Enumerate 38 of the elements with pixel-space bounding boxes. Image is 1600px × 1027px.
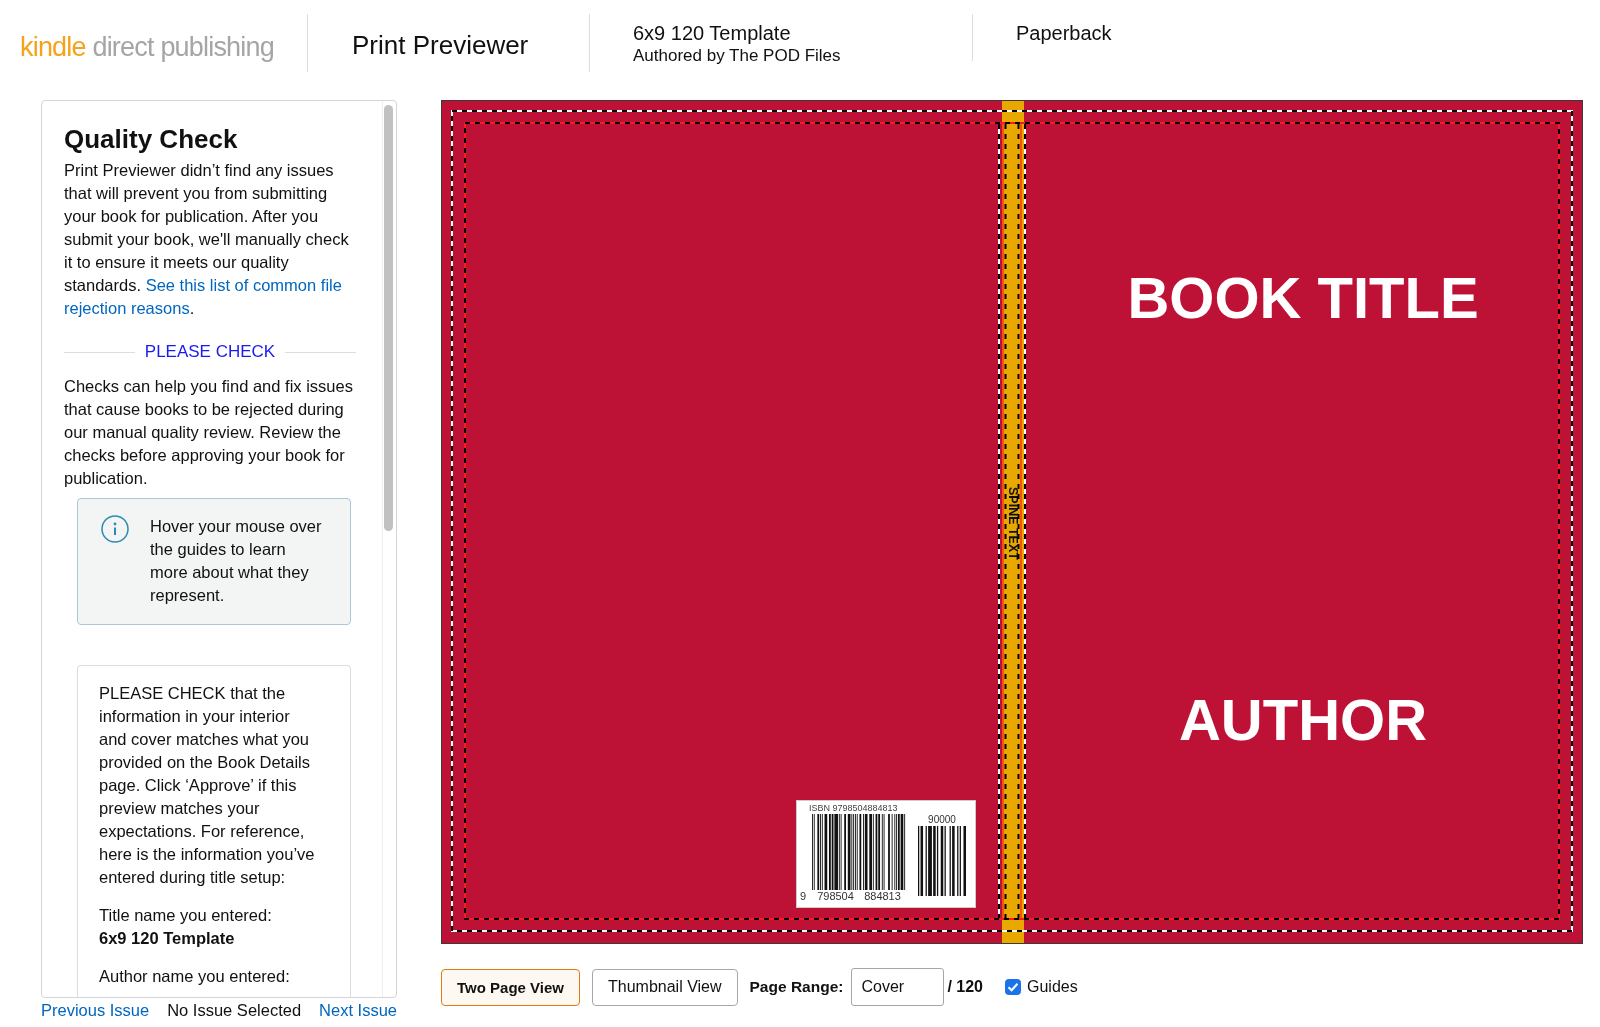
rejection-reasons-link[interactable]: rejection reasons <box>64 299 190 317</box>
check-card-text: PLEASE CHECK that the information in your interior and cover matches what you provided on the Book Details page. Click ‘Approve’ if this preview matches your expectations. For reference, here is the information you’ve entered during title setup: <box>99 683 316 888</box>
isbn-text: ISBN 9798504884813 <box>809 803 898 814</box>
barcode-icon <box>812 814 906 890</box>
intro-text: Print Previewer didn’t find any issues that will prevent you from submitting your book for publication. After you submit your book, we'll manually check it to ensure it meets our quality standards. See this list of common file rejection reasons. <box>64 160 350 319</box>
guides-label[interactable]: Guides <box>1027 978 1078 996</box>
book-format: Paperback <box>1016 21 1112 45</box>
field-value: 6x9 120 Template <box>99 928 235 949</box>
page-range-label: Page Range: <box>749 978 844 996</box>
cover-author: AUTHOR <box>1178 687 1428 753</box>
barcode-digits: 884813 <box>863 890 902 903</box>
view-button[interactable]: Thumbnail View <box>592 968 738 1006</box>
cover-title: BOOK TITLE <box>1127 265 1479 331</box>
page-total: / 120 <box>947 978 983 996</box>
view-button[interactable]: Two Page View <box>441 968 580 1006</box>
app-title: Print Previewer <box>352 29 529 61</box>
guides-checkbox[interactable] <box>1005 979 1021 995</box>
field-label: Title name you entered: <box>99 905 272 926</box>
spine-text: SPINE TEXT <box>1006 487 1020 560</box>
price-code: 90000 <box>928 814 956 826</box>
info-note-text: Hover your mouse over the guides to learn more about what they represent. <box>150 516 323 606</box>
book-byline: Authored by The POD Files <box>633 45 841 67</box>
next-issue-link[interactable]: Next Issue <box>319 1000 397 1020</box>
section-heading: PLEASE CHECK <box>144 341 276 363</box>
field-label: Author name you entered: <box>99 966 290 987</box>
barcode-digits: 798504 <box>816 890 855 903</box>
book-title: 6x9 120 Template <box>633 21 791 45</box>
panel-title: Quality Check <box>64 123 238 155</box>
scrollbar-thumb[interactable] <box>384 105 393 531</box>
info-icon <box>101 515 129 543</box>
logo: kindle direct publishing <box>20 31 274 63</box>
rejection-reasons-link[interactable]: See this list of common file <box>145 276 342 294</box>
barcode-digits: 9 <box>800 890 808 903</box>
barcode-icon <box>918 826 966 896</box>
section-text: Checks can help you find and fix issues that cause books to be rejected during our manual quality review. Review the checks before approving your book for publication. <box>64 376 354 489</box>
page-range-field[interactable]: Cover <box>851 968 945 1006</box>
issue-status-text: No Issue Selected <box>167 1000 302 1020</box>
previous-issue-link[interactable]: Previous Issue <box>41 1000 150 1020</box>
